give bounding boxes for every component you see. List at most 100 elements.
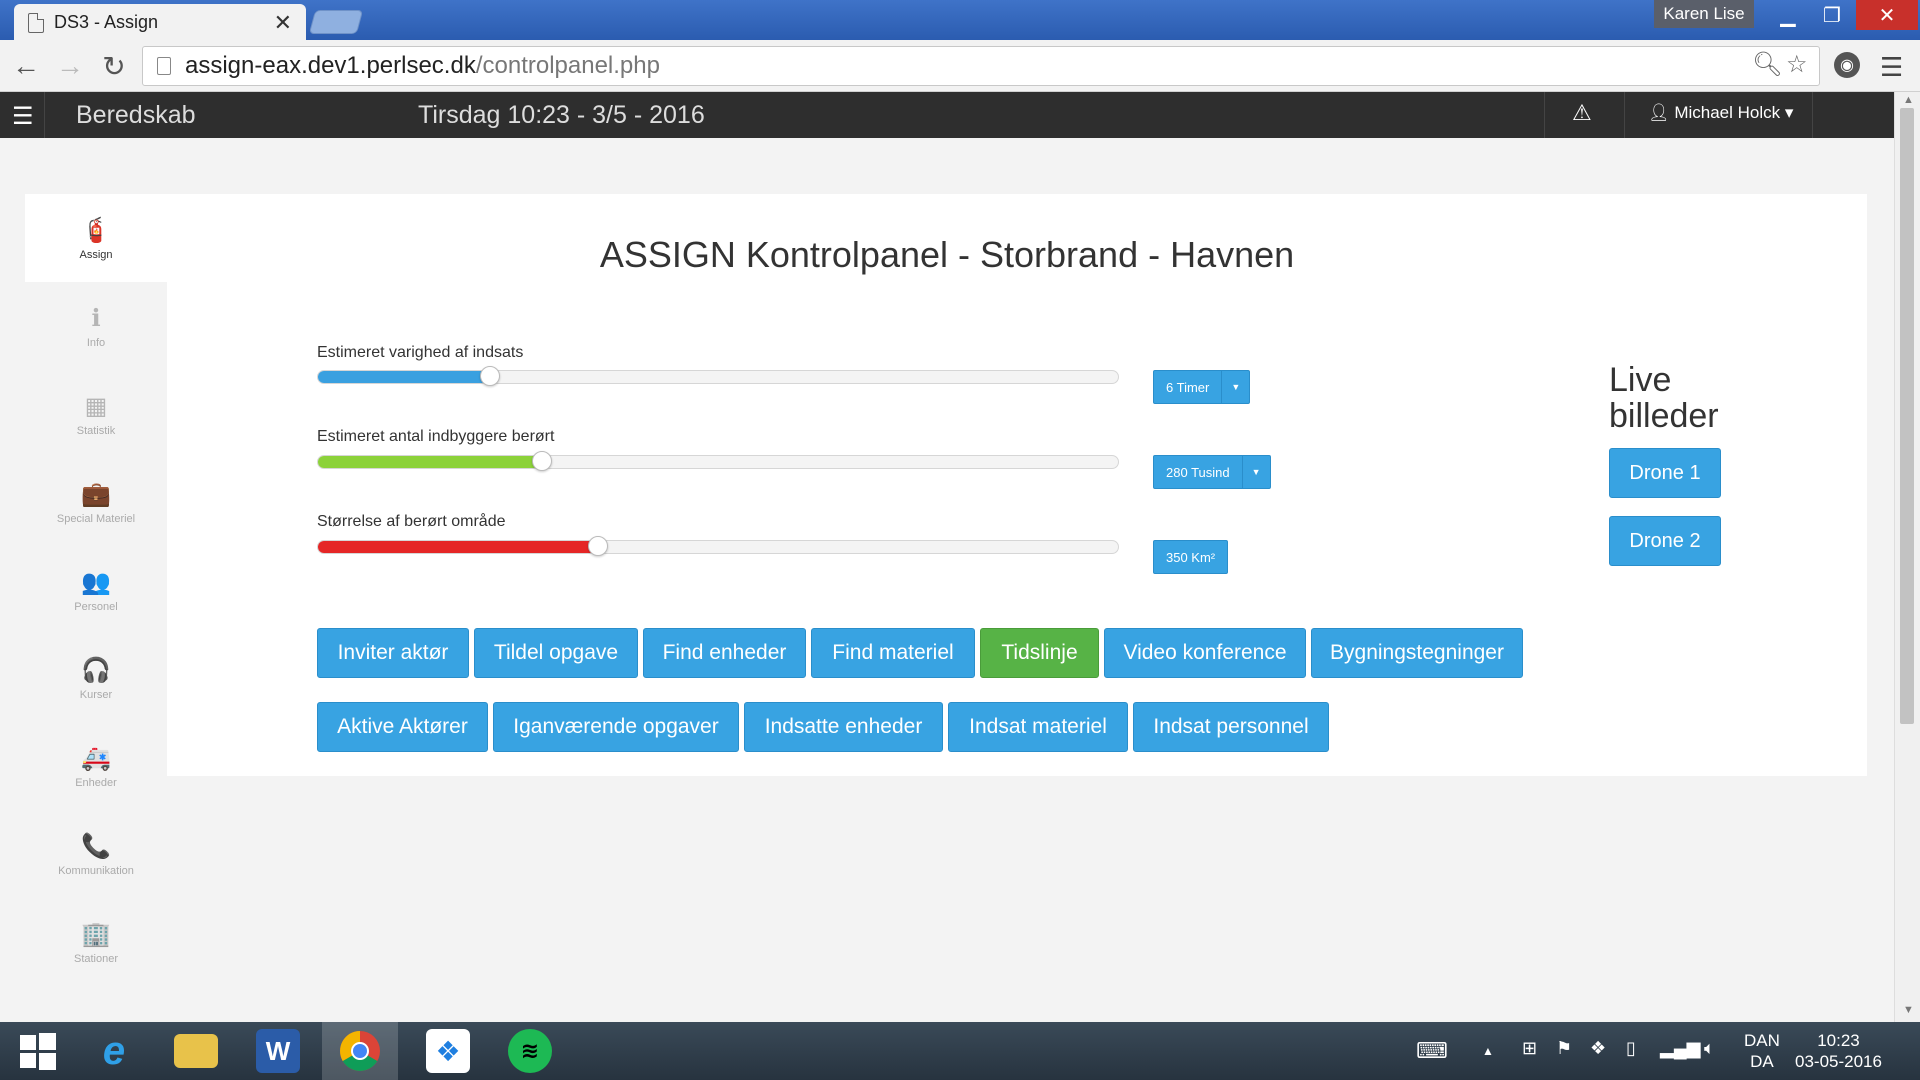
population-slider-handle[interactable] — [532, 451, 552, 471]
tray-expand-icon[interactable]: ▲ — [1482, 1044, 1494, 1058]
browser-tab[interactable]: DS3 - Assign ✕ — [14, 4, 306, 41]
fire-extinguisher-icon: 🧯 — [81, 216, 111, 244]
chrome-menu-icon[interactable]: ☰ — [1880, 52, 1903, 83]
windows-tray-icon[interactable]: ⊞ — [1522, 1038, 1537, 1059]
drone-1-button[interactable]: Drone 1 — [1609, 448, 1721, 498]
start-button[interactable] — [0, 1022, 76, 1080]
sidebar-item-label: Special Materiel — [56, 512, 136, 525]
bookmark-star-icon[interactable]: ☆ — [1786, 50, 1808, 79]
control-panel: ASSIGN Kontrolpanel - Storbrand - Havnen… — [167, 194, 1867, 776]
system-clock[interactable]: 10:23 03-05-2016 — [1795, 1030, 1882, 1072]
scrollbar-thumb[interactable] — [1900, 108, 1914, 724]
caret-down-icon[interactable]: ▼ — [1241, 456, 1270, 488]
warning-icon[interactable]: ⚠ — [1572, 100, 1592, 126]
info-icon: ℹ — [91, 304, 101, 332]
deployed-personnel-button[interactable]: Indsat personnel — [1133, 702, 1329, 752]
page-title: ASSIGN Kontrolpanel - Storbrand - Havnen — [599, 234, 1295, 275]
video-conference-button[interactable]: Video konference — [1104, 628, 1306, 678]
signal-icon[interactable]: ▂▄▆ — [1660, 1038, 1700, 1059]
flag-icon[interactable]: ⚑ — [1556, 1038, 1572, 1059]
area-value-button[interactable]: 350 Km² — [1153, 540, 1229, 574]
live-images-title: Live billeder — [1609, 362, 1719, 434]
new-tab-button[interactable] — [308, 10, 364, 34]
back-arrow-icon[interactable]: ← — [8, 48, 44, 84]
population-value: 280 Tusind — [1166, 464, 1230, 480]
find-units-button[interactable]: Find enheder — [643, 628, 806, 678]
dropbox-tray-icon[interactable]: ❖ — [1590, 1038, 1606, 1059]
brand-title[interactable]: Beredskab — [76, 101, 196, 130]
active-actors-button[interactable]: Aktive Aktører — [317, 702, 488, 752]
building-drawings-button[interactable]: Bygningstegninger — [1311, 628, 1523, 678]
deployed-units-button[interactable]: Indsatte enheder — [744, 702, 943, 752]
dropbox-taskbar[interactable]: ❖ — [410, 1022, 486, 1080]
deployed-material-button[interactable]: Indsat materiel — [948, 702, 1128, 752]
duration-slider-handle[interactable] — [480, 366, 500, 386]
maximize-icon[interactable]: ❐ — [1810, 0, 1854, 30]
dropbox-icon: ❖ — [426, 1029, 470, 1073]
sidebar-item-kurser[interactable]: 🎧 Kurser — [25, 634, 167, 722]
url-path: /controlpanel.php — [475, 52, 660, 79]
duration-dropdown[interactable]: 6 Timer ▼ — [1153, 370, 1251, 404]
sidebar-item-label: Statistik — [76, 424, 116, 437]
word-icon: W — [256, 1029, 300, 1073]
sidebar-item-stationer[interactable]: 🏢 Stationer — [25, 898, 167, 986]
sidebar-item-label: Info — [86, 336, 106, 349]
invite-actor-button[interactable]: Inviter aktør — [317, 628, 469, 678]
language-bottom: DA — [1750, 1052, 1774, 1071]
forward-arrow-icon[interactable]: → — [52, 48, 88, 84]
scroll-up-icon[interactable]: ▲ — [1903, 94, 1914, 106]
volume-icon[interactable]: 🔈︎ — [1704, 1038, 1715, 1059]
sidebar-item-special-materiel[interactable]: 💼 Special Materiel — [25, 458, 167, 546]
file-explorer-taskbar[interactable] — [158, 1022, 234, 1080]
sidebar-item-enheder[interactable]: 🚑 Enheder — [25, 722, 167, 810]
area-slider[interactable] — [317, 536, 1119, 556]
profile-name[interactable]: Karen Lise — [1654, 0, 1754, 28]
area-slider-handle[interactable] — [588, 536, 608, 556]
input-language[interactable]: DAN DA — [1744, 1030, 1780, 1072]
area-slider-fill — [318, 541, 598, 553]
extension-icon[interactable]: ◉ — [1834, 52, 1860, 78]
population-slider[interactable] — [317, 451, 1119, 471]
sidebar-item-kommunikation[interactable]: 📞 Kommunikation — [25, 810, 167, 898]
population-slider-fill — [318, 456, 542, 468]
keyboard-icon[interactable]: ⌨ — [1416, 1038, 1448, 1064]
tab-close-icon[interactable]: ✕ — [274, 10, 292, 36]
ongoing-tasks-button[interactable]: Iganværende opgaver — [493, 702, 739, 752]
battery-icon[interactable]: ▯ — [1626, 1038, 1636, 1059]
sidebar-item-statistik[interactable]: ▦ Statistik — [25, 370, 167, 458]
spotify-taskbar[interactable]: ≋ — [492, 1022, 568, 1080]
navbar-divider — [1624, 92, 1625, 138]
address-bar[interactable]: assign-eax.dev1.perlsec.dk/controlpanel.… — [142, 46, 1820, 86]
duration-slider[interactable] — [317, 366, 1119, 386]
duration-slider-fill — [318, 371, 490, 383]
population-dropdown[interactable]: 280 Tusind ▼ — [1153, 455, 1271, 489]
caret-down-icon[interactable]: ▼ — [1221, 371, 1249, 403]
word-taskbar[interactable]: W — [240, 1022, 316, 1080]
internet-explorer-taskbar[interactable]: e — [76, 1022, 152, 1080]
sidebar-item-assign[interactable]: 🧯 Assign — [25, 194, 167, 282]
page-scrollbar[interactable]: ▲ ▼ — [1894, 92, 1920, 1022]
timeline-button[interactable]: Tidslinje — [980, 628, 1099, 678]
hamburger-menu-icon[interactable]: ☰ — [12, 102, 34, 131]
find-material-button[interactable]: Find materiel — [811, 628, 975, 678]
chrome-taskbar[interactable] — [322, 1022, 398, 1080]
drone-2-button[interactable]: Drone 2 — [1609, 516, 1721, 566]
user-name: Michael Holck — [1674, 103, 1781, 122]
page-icon — [28, 12, 44, 33]
user-menu[interactable]: 👤︎ Michael Holck ▾ — [1648, 103, 1793, 123]
people-icon: 👥 — [81, 568, 111, 596]
assign-task-button[interactable]: Tildel opgave — [474, 628, 638, 678]
sidebar-item-label: Personel — [74, 600, 118, 613]
sidebar-item-label: Assign — [79, 248, 113, 261]
sidebar-item-info[interactable]: ℹ Info — [25, 282, 167, 370]
sidebar-item-label: Kurser — [79, 688, 113, 701]
clock-time: 10:23 — [1817, 1031, 1860, 1050]
window-close-icon[interactable]: ✕ — [1856, 0, 1918, 30]
minimize-icon[interactable]: ▁ — [1766, 0, 1810, 30]
sidebar-item-label: Kommunikation — [58, 864, 134, 877]
sidebar-item-personel[interactable]: 👥 Personel — [25, 546, 167, 634]
zoom-icon[interactable]: 🔍︎ — [1752, 50, 1782, 79]
scroll-down-icon[interactable]: ▼ — [1903, 1004, 1914, 1016]
reload-icon[interactable]: ↻ — [96, 48, 132, 84]
duration-value: 6 Timer — [1166, 379, 1210, 395]
